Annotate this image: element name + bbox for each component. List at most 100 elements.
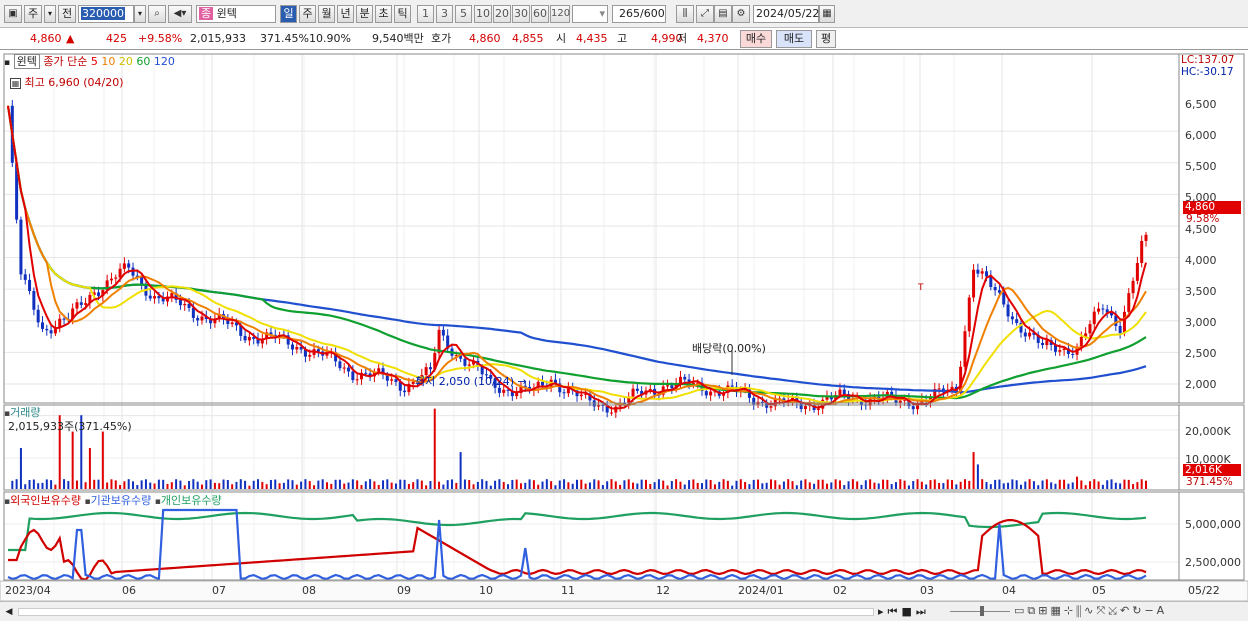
speaker-icon[interactable]: ◀▾: [168, 5, 192, 23]
zoom-out-icon[interactable]: −: [1144, 604, 1156, 617]
candle-body: [704, 391, 708, 396]
chart-layout-icon[interactable]: ▣: [4, 5, 22, 23]
scroll-left-icon[interactable]: ◀: [2, 605, 16, 619]
stop-icon[interactable]: ■: [901, 605, 915, 618]
interval-30[interactable]: 30: [512, 5, 530, 23]
font-size-icon[interactable]: A: [1157, 604, 1168, 617]
volume-bar: [218, 483, 221, 489]
lc-value: LC:137.07: [1181, 54, 1235, 66]
code-dropdown-icon[interactable]: ▾: [134, 5, 146, 23]
calendar-icon[interactable]: ▦: [819, 5, 835, 23]
save-icon[interactable]: ▤: [714, 5, 732, 23]
interval-1[interactable]: 1: [417, 5, 434, 23]
candle-body: [1058, 350, 1062, 352]
interval-3[interactable]: 3: [436, 5, 453, 23]
period-minute[interactable]: 분: [356, 5, 373, 23]
candle-body: [1045, 340, 1049, 346]
split-view-icon[interactable]: ▭: [1014, 604, 1027, 617]
count-field[interactable]: 265/600: [612, 5, 666, 23]
legend-stock-name[interactable]: 윈텍: [13, 54, 40, 69]
period-week[interactable]: 주: [299, 5, 316, 23]
candle-body: [467, 364, 471, 366]
period-second[interactable]: 초: [375, 5, 392, 23]
market-dropdown-icon[interactable]: ▾: [44, 5, 56, 23]
zoom-icon[interactable]: ⤧: [1096, 604, 1108, 617]
interval-10[interactable]: 10: [474, 5, 492, 23]
candle-body: [75, 302, 79, 309]
draw-tools-icon[interactable]: ⤢: [696, 5, 714, 23]
custom-interval-dropdown[interactable]: ▾: [572, 5, 608, 23]
play-icon[interactable]: ▸: [878, 605, 888, 618]
chart-tools[interactable]: ▭⧉⊞▦⊹⫼∿⤧⤩↶↻−A: [1014, 604, 1167, 618]
candle-type-icon[interactable]: ⫼: [676, 5, 694, 23]
candle-body: [1144, 234, 1148, 241]
price-tick: 5,500: [1185, 160, 1217, 173]
candle-body: [97, 292, 101, 296]
period-day[interactable]: 일: [280, 5, 297, 23]
price-tick: 6,500: [1185, 98, 1217, 111]
interval-120[interactable]: 120: [550, 5, 570, 23]
search-icon[interactable]: ⌕: [148, 5, 166, 23]
bar-chart-icon[interactable]: ⫼: [1076, 604, 1084, 617]
volume-bar: [438, 481, 441, 489]
period-month[interactable]: 월: [318, 5, 335, 23]
playback-controls[interactable]: ▸⏮■⏭: [878, 605, 930, 619]
volume-bar: [459, 452, 462, 489]
table-icon[interactable]: ▦: [1050, 604, 1063, 617]
line-chart-icon[interactable]: ∿: [1084, 604, 1096, 617]
pattern-icon[interactable]: ⤩: [1108, 604, 1120, 617]
cross-cursor-icon[interactable]: ⊹: [1064, 604, 1076, 617]
horizontal-scrollbar[interactable]: [18, 608, 874, 616]
overlay-icon[interactable]: ⧉: [1027, 604, 1038, 617]
volume-last-pct: 371.45%: [1186, 476, 1233, 488]
quote-bar: 4,860 ▲ 425 +9.58% 2,015,933 371.45% 10.…: [0, 28, 1248, 50]
volume-bar: [364, 481, 367, 489]
code-input[interactable]: 320000: [78, 5, 134, 23]
dividend-note: 배당락(0.00%): [692, 342, 766, 355]
prev-button[interactable]: 전: [58, 5, 76, 23]
volume-bar: [1084, 485, 1087, 489]
period-tick[interactable]: 틱: [394, 5, 411, 23]
interval-60[interactable]: 60: [531, 5, 549, 23]
fast-forward-icon[interactable]: ⏭: [916, 605, 930, 618]
stock-chart[interactable]: [0, 50, 1248, 621]
volume-bar: [1058, 479, 1061, 489]
buy-button[interactable]: 매수: [740, 30, 772, 48]
candle-body: [976, 269, 980, 274]
grid-toggle-icon[interactable]: ▦: [10, 78, 21, 89]
volume-bar: [614, 481, 617, 489]
date-field[interactable]: 2024/05/22: [753, 5, 819, 23]
interval-5[interactable]: 5: [455, 5, 472, 23]
volume-bar: [1019, 484, 1022, 489]
volume-bar: [403, 479, 406, 489]
stock-name-field[interactable]: 종 윈텍: [196, 5, 276, 23]
candle-body: [1041, 342, 1045, 346]
market-select[interactable]: 주: [24, 5, 42, 23]
up-arrow-icon: ▲: [66, 32, 75, 45]
candle-body: [666, 385, 670, 387]
volume-bar: [24, 484, 27, 489]
candle-body: [1127, 293, 1131, 312]
bottom-toolbar: ◀ ▸⏮■⏭ ▭⧉⊞▦⊹⫼∿⤧⤩↶↻−A: [0, 601, 1248, 621]
volume-bar: [955, 484, 958, 489]
interval-20[interactable]: 20: [493, 5, 511, 23]
candle-body: [40, 322, 44, 329]
volume-bar: [1037, 485, 1040, 489]
refresh-icon[interactable]: ↻: [1132, 604, 1144, 617]
volume-bar: [442, 484, 445, 489]
period-year[interactable]: 년: [337, 5, 354, 23]
settings-icon[interactable]: ⚙: [732, 5, 750, 23]
volume-bar: [666, 485, 669, 489]
volume-bar: [903, 480, 906, 489]
undo-icon[interactable]: ↶: [1120, 604, 1132, 617]
sell-button[interactable]: 매도: [776, 30, 812, 48]
volume-bar: [1119, 483, 1122, 489]
zoom-slider[interactable]: [950, 606, 1010, 616]
rewind-icon[interactable]: ⏮: [888, 605, 902, 618]
grid-view-icon[interactable]: ⊞: [1038, 604, 1050, 617]
price-legend: ▪ 윈텍 종가 단순 5 10 20 60 120: [4, 53, 175, 69]
period-label: 일: [283, 7, 294, 20]
evaluation-button[interactable]: 평: [816, 30, 836, 48]
volume-bar: [808, 482, 811, 489]
volume-bar: [817, 479, 820, 489]
